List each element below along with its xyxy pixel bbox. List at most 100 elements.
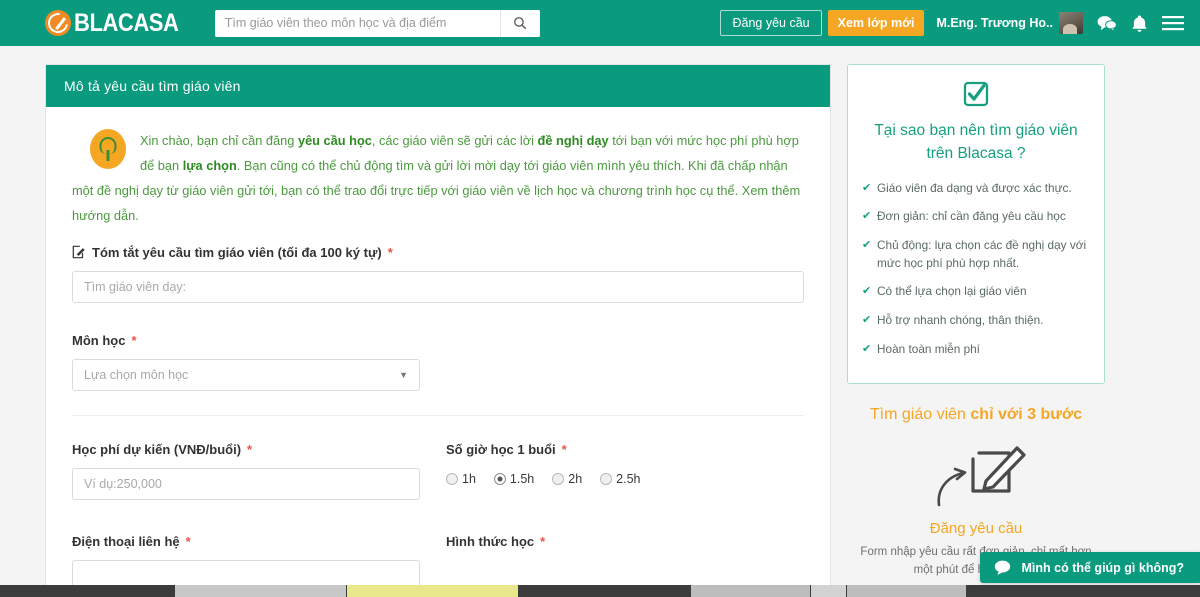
- bell-icon: [1132, 14, 1147, 32]
- hours-option-label: 1.5h: [509, 471, 535, 486]
- hours-option-label: 2h: [568, 471, 583, 486]
- search-icon: [514, 17, 527, 30]
- hours-label-row: Số giờ học 1 buổi *: [446, 442, 804, 457]
- new-class-button[interactable]: Xem lớp mới: [827, 10, 925, 36]
- fee-required-mark: *: [247, 441, 253, 457]
- blacasa-circle-logo-icon: [45, 10, 71, 36]
- request-form-panel: Mô tả yêu cầu tìm giáo viên Xin chào, bạ…: [45, 64, 831, 597]
- search-input[interactable]: [214, 9, 500, 37]
- chat-bubble-icon: [994, 560, 1010, 575]
- taskbar-item-active[interactable]: [347, 585, 519, 597]
- subject-label-row: Môn học *: [72, 333, 804, 348]
- navbar-right-group: Đăng yêu cầu Xem lớp mới M.Eng. Trương H…: [720, 10, 1184, 36]
- phone-required-mark: *: [185, 533, 191, 549]
- hours-option-label: 1h: [462, 471, 476, 486]
- chat-bubbles-icon: [1097, 15, 1117, 32]
- mode-label-row: Hình thức học *: [446, 534, 804, 549]
- list-item: Có thể lựa chọn lại giáo viên: [862, 283, 1090, 301]
- hours-field-group: Số giờ học 1 buổi * 1h 1.5h 2h 2.5h: [446, 442, 804, 500]
- summary-required-mark: *: [387, 244, 393, 260]
- edit-pencil-icon: [72, 246, 85, 259]
- os-taskbar: [0, 585, 1200, 597]
- intro-text-2: , các giáo viên sẽ gửi các lời: [371, 133, 538, 148]
- steps-title-normal: Tìm giáo viên: [869, 406, 971, 424]
- intro-bold-1: yêu cầu học: [297, 133, 372, 148]
- taskbar-item[interactable]: [691, 585, 811, 597]
- list-item: Đơn giản: chỉ cần đăng yêu cầu học: [862, 208, 1090, 226]
- panel-title: Mô tả yêu cầu tìm giáo viên: [46, 65, 830, 107]
- taskbar-item[interactable]: [175, 585, 347, 597]
- hours-option-1h[interactable]: 1h: [446, 472, 476, 486]
- phone-label: Điện thoại liên hệ: [72, 533, 180, 549]
- summary-label: Tóm tắt yêu cầu tìm giáo viên (tối đa 10…: [92, 244, 382, 260]
- site-logo[interactable]: BLACASA: [45, 9, 193, 38]
- search-button[interactable]: [499, 9, 540, 37]
- hours-radio-group: 1h 1.5h 2h 2.5h: [446, 468, 804, 486]
- logo-text: BLACASA: [74, 8, 179, 37]
- hours-option-label: 2.5h: [616, 471, 641, 486]
- taskbar-item[interactable]: [847, 585, 967, 597]
- checkbox-check-icon: [963, 81, 989, 107]
- steps-title-bold: chỉ với 3 bước: [970, 406, 1083, 424]
- intro-bold-3: lựa chọn: [182, 157, 237, 173]
- subject-selected-value: Lựa chọn môn học: [84, 367, 189, 382]
- fee-hours-row: Học phí dự kiến (VNĐ/buổi) * Số giờ học …: [72, 442, 804, 500]
- summary-label-row: Tóm tắt yêu cầu tìm giáo viên (tối đa 10…: [72, 245, 804, 260]
- panel-body: Xin chào, bạn chỉ cần đăng yêu cầu học, …: [46, 107, 830, 597]
- mode-field-group: Hình thức học *: [446, 534, 804, 592]
- note-pencil-icon: [937, 446, 1026, 507]
- list-item: Giáo viên đa dạng và được xác thực.: [862, 180, 1090, 198]
- fee-label-row: Học phí dự kiến (VNĐ/buổi) *: [72, 442, 420, 457]
- fee-field-group: Học phí dự kiến (VNĐ/buổi) *: [72, 442, 420, 500]
- taskbar-start: [0, 585, 175, 597]
- intro-bold-2: đề nghị dạy: [537, 133, 609, 148]
- subject-required-mark: *: [131, 332, 137, 348]
- mode-required-mark: *: [540, 533, 546, 549]
- hours-option-2-5h[interactable]: 2.5h: [600, 471, 641, 486]
- user-name-label[interactable]: M.Eng. Trương Ho..: [936, 16, 1053, 30]
- subject-label: Môn học: [72, 332, 126, 348]
- curved-arrow-icon: [937, 468, 967, 507]
- chevron-down-icon: ▼: [399, 369, 408, 380]
- hours-required-mark: *: [561, 441, 567, 457]
- radio-indicator: [552, 472, 565, 485]
- list-item: Hỗ trợ nhanh chóng, thân thiện.: [862, 312, 1090, 330]
- why-blacasa-box: Tại sao bạn nên tìm giáo viên trên Blaca…: [847, 64, 1105, 385]
- summary-input[interactable]: [72, 270, 804, 303]
- top-navbar: BLACASA Đăng yêu cầu Xem lớp mới M.Eng. …: [0, 0, 1200, 46]
- hours-option-1-5h[interactable]: 1.5h: [493, 471, 535, 486]
- why-title: Tại sao bạn nên tìm giáo viên trên Blaca…: [874, 122, 1078, 163]
- chat-help-label: Mình có thể giúp gì không?: [1021, 560, 1184, 575]
- hours-label: Số giờ học 1 buổi: [446, 441, 556, 457]
- messages-button[interactable]: [1097, 15, 1117, 32]
- user-avatar[interactable]: [1059, 12, 1083, 34]
- post-request-button[interactable]: Đăng yêu cầu: [720, 10, 822, 36]
- step-illustration: [847, 438, 1105, 516]
- phone-field-group: Điện thoại liên hệ *: [72, 534, 420, 592]
- lightbulb-icon: [90, 129, 126, 169]
- phone-mode-row: Điện thoại liên hệ * Hình thức học *: [72, 534, 804, 592]
- sidebar: Tại sao bạn nên tìm giáo viên trên Blaca…: [847, 64, 1105, 580]
- hours-option-2h[interactable]: 2h: [552, 472, 582, 486]
- notifications-button[interactable]: [1131, 14, 1148, 33]
- list-item: Chủ động: lựa chọn các đề nghị dạy với m…: [862, 237, 1090, 272]
- taskbar-gap: [519, 585, 691, 597]
- search-bar: [214, 9, 540, 37]
- hamburger-menu-button[interactable]: [1162, 15, 1184, 31]
- subject-select[interactable]: Lựa chọn môn học ▼: [72, 358, 420, 391]
- radio-indicator: [446, 472, 458, 485]
- why-benefits-list: Giáo viên đa dạng và được xác thực. Đơn …: [862, 180, 1090, 359]
- radio-indicator: [493, 472, 506, 485]
- page-content: Mô tả yêu cầu tìm giáo viên Xin chào, bạ…: [0, 46, 1200, 597]
- fee-input[interactable]: [72, 467, 420, 500]
- chat-help-widget[interactable]: Mình có thể giúp gì không?: [979, 552, 1200, 583]
- intro-text-1: Xin chào, bạn chỉ cần đăng: [140, 133, 298, 148]
- radio-indicator: [600, 472, 613, 485]
- steps-title: Tìm giáo viên chỉ với 3 bước: [847, 406, 1105, 424]
- taskbar-item[interactable]: [811, 585, 847, 597]
- phone-label-row: Điện thoại liên hệ *: [72, 534, 420, 549]
- intro-block: Xin chào, bạn chỉ cần đăng yêu cầu học, …: [72, 129, 804, 229]
- step-name: Đăng yêu cầu: [929, 520, 1023, 538]
